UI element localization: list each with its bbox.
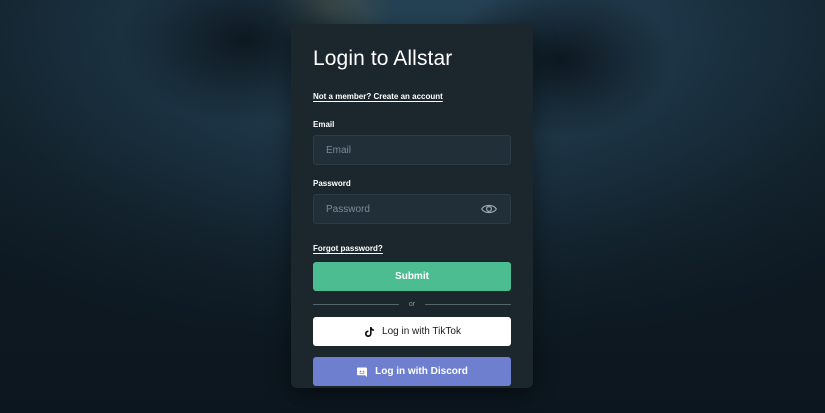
tiktok-button-label: Log in with TikTok: [382, 326, 461, 337]
email-label: Email: [313, 120, 335, 129]
password-label: Password: [313, 179, 351, 188]
create-account-link[interactable]: Not a member? Create an account: [313, 92, 443, 101]
or-divider: or: [313, 299, 512, 309]
login-card: Login to Allstar Not a member? Create an…: [291, 24, 533, 388]
discord-login-button[interactable]: Log in with Discord: [313, 357, 511, 386]
email-field-wrapper: [313, 135, 511, 165]
discord-button-label: Log in with Discord: [375, 366, 468, 377]
tiktok-login-button[interactable]: Log in with TikTok: [313, 317, 511, 346]
tiktok-icon: [365, 326, 374, 337]
submit-button-label: Submit: [395, 271, 429, 282]
submit-button[interactable]: Submit: [313, 262, 511, 291]
discord-icon: [357, 367, 368, 377]
divider-line-left: [313, 303, 399, 305]
divider-text: or: [408, 300, 416, 308]
page-title: Login to Allstar: [313, 47, 453, 70]
forgot-password-link[interactable]: Forgot password?: [313, 244, 383, 253]
eye-icon[interactable]: [481, 202, 497, 216]
email-input[interactable]: [313, 135, 511, 165]
password-field-wrapper: [313, 194, 511, 224]
divider-line-right: [425, 303, 512, 305]
